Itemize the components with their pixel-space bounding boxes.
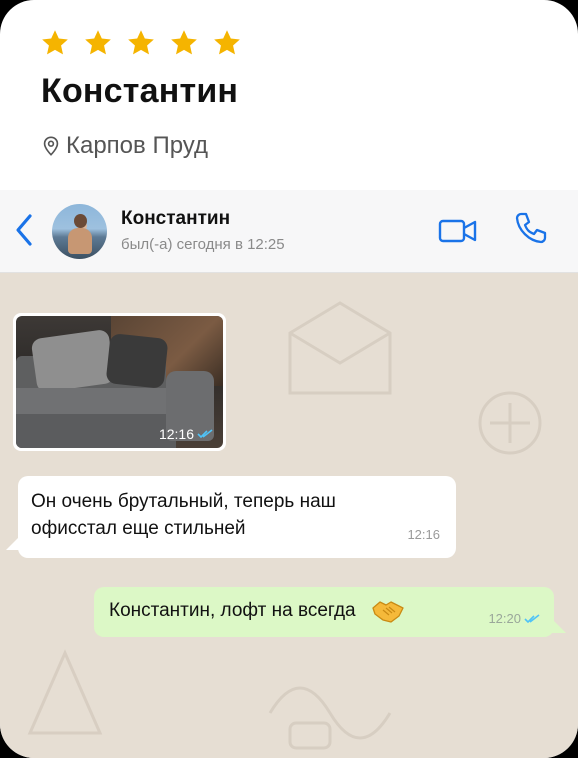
phone-icon[interactable] <box>513 210 549 246</box>
video-call-icon[interactable] <box>438 216 478 246</box>
message-time: 12:16 <box>407 527 440 542</box>
star-icon <box>169 28 199 58</box>
star-icon <box>126 28 156 58</box>
star-icon <box>40 28 70 58</box>
handshake-emoji-icon <box>371 598 405 624</box>
sofa-photo[interactable]: 12:16 <box>16 316 223 448</box>
location-pin-icon <box>40 135 62 157</box>
location-text: Карпов Пруд <box>66 132 208 159</box>
back-chevron-icon[interactable] <box>12 212 36 248</box>
message-text: Константин, лофт на всегда <box>109 600 356 622</box>
message-meta: 12:20 <box>488 611 540 626</box>
doodle-pattern <box>478 391 542 455</box>
location: Карпов Пруд <box>40 132 208 160</box>
message-time: 12:16 <box>158 426 194 442</box>
bubble-tail <box>552 619 566 633</box>
star-icon <box>83 28 113 58</box>
rating-stars <box>40 28 242 58</box>
star-icon <box>212 28 242 58</box>
chat-header: Константин был(-а) сегодня в 12:25 <box>0 190 578 273</box>
reviewer-name: Константин <box>41 72 239 110</box>
incoming-message[interactable]: Он очень брутальный, теперь наш офисстал… <box>18 476 456 558</box>
doodle-pattern <box>27 649 103 735</box>
chat-background: 12:16 Он очень брутальный, теперь наш оф… <box>0 273 578 758</box>
message-time: 12:20 <box>488 611 521 626</box>
contact-name[interactable]: Константин <box>121 208 230 230</box>
review-card: Константин Карпов Пруд Константин был(-а… <box>0 0 578 758</box>
image-message[interactable]: 12:16 <box>13 313 226 451</box>
read-checkmarks-icon <box>197 429 213 439</box>
doodle-pattern <box>268 686 392 750</box>
outgoing-message[interactable]: Константин, лофт на всегда 12:20 <box>94 587 554 637</box>
avatar[interactable] <box>52 204 107 259</box>
last-seen-status: был(-а) сегодня в 12:25 <box>121 236 285 253</box>
read-checkmarks-icon <box>524 613 540 623</box>
doodle-pattern <box>288 301 392 395</box>
message-text: Он очень брутальный, теперь наш офисстал… <box>31 491 336 539</box>
message-meta: 12:16 <box>159 426 213 442</box>
